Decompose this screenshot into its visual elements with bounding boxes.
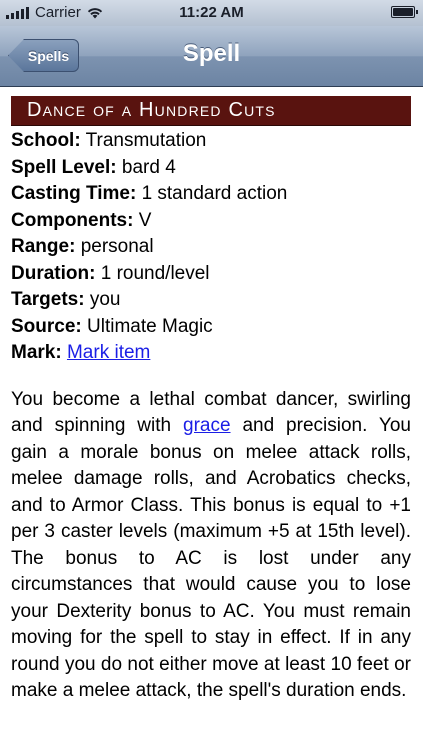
field-label: School: [11,130,81,151]
field-label: Spell Level: [11,156,117,178]
field-value: 1 standard action [141,183,288,204]
field-value: V [138,209,152,231]
field-duration: Duration: 1 round/level [11,261,411,288]
field-label: Components: [11,209,134,231]
spell-detail-content[interactable]: Dance of a Hundred Cuts School: Transmut… [0,87,423,750]
description-text-rest: and precision. You gain a morale bonus o… [11,415,411,701]
navigation-bar: Spells Spell [0,26,423,87]
field-value: Transmutation [85,130,207,151]
spell-title-bar: Dance of a Hundred Cuts [11,96,411,126]
field-value: 1 round/level [100,262,210,284]
field-source: Source: Ultimate Magic [11,314,411,341]
grace-link[interactable]: grace [183,415,231,436]
field-casting-time: Casting Time: 1 standard action [11,181,411,208]
status-right [391,6,418,18]
field-targets: Targets: you [11,287,411,314]
spell-description: You become a lethal combat dancer, swirl… [11,387,411,705]
field-value: bard 4 [121,156,176,178]
page-title: Spell [182,40,241,67]
spell-fields: School: Transmutation Spell Level: bard … [11,128,411,367]
field-components: Components: V [11,208,411,235]
status-bar: Carrier 11:22 AM [0,0,423,26]
field-label: Mark: [11,342,62,363]
field-label: Source: [11,315,82,337]
field-label: Casting Time: [11,183,137,204]
mark-item-link[interactable]: Mark item [67,342,150,363]
field-school: School: Transmutation [11,128,411,155]
field-value: Ultimate Magic [87,315,213,337]
battery-icon [391,6,418,18]
field-label: Targets: [11,289,85,310]
field-range: Range: personal [11,234,411,261]
field-spell-level: Spell Level: bard 4 [11,155,411,182]
field-label: Duration: [11,262,96,284]
field-label: Range: [11,236,76,257]
field-value: personal [80,236,154,257]
status-time: 11:22 AM [179,4,244,21]
field-value: you [89,289,121,310]
field-mark: Mark: Mark item [11,340,411,367]
spell-name: Dance of a Hundred Cuts [27,99,276,121]
